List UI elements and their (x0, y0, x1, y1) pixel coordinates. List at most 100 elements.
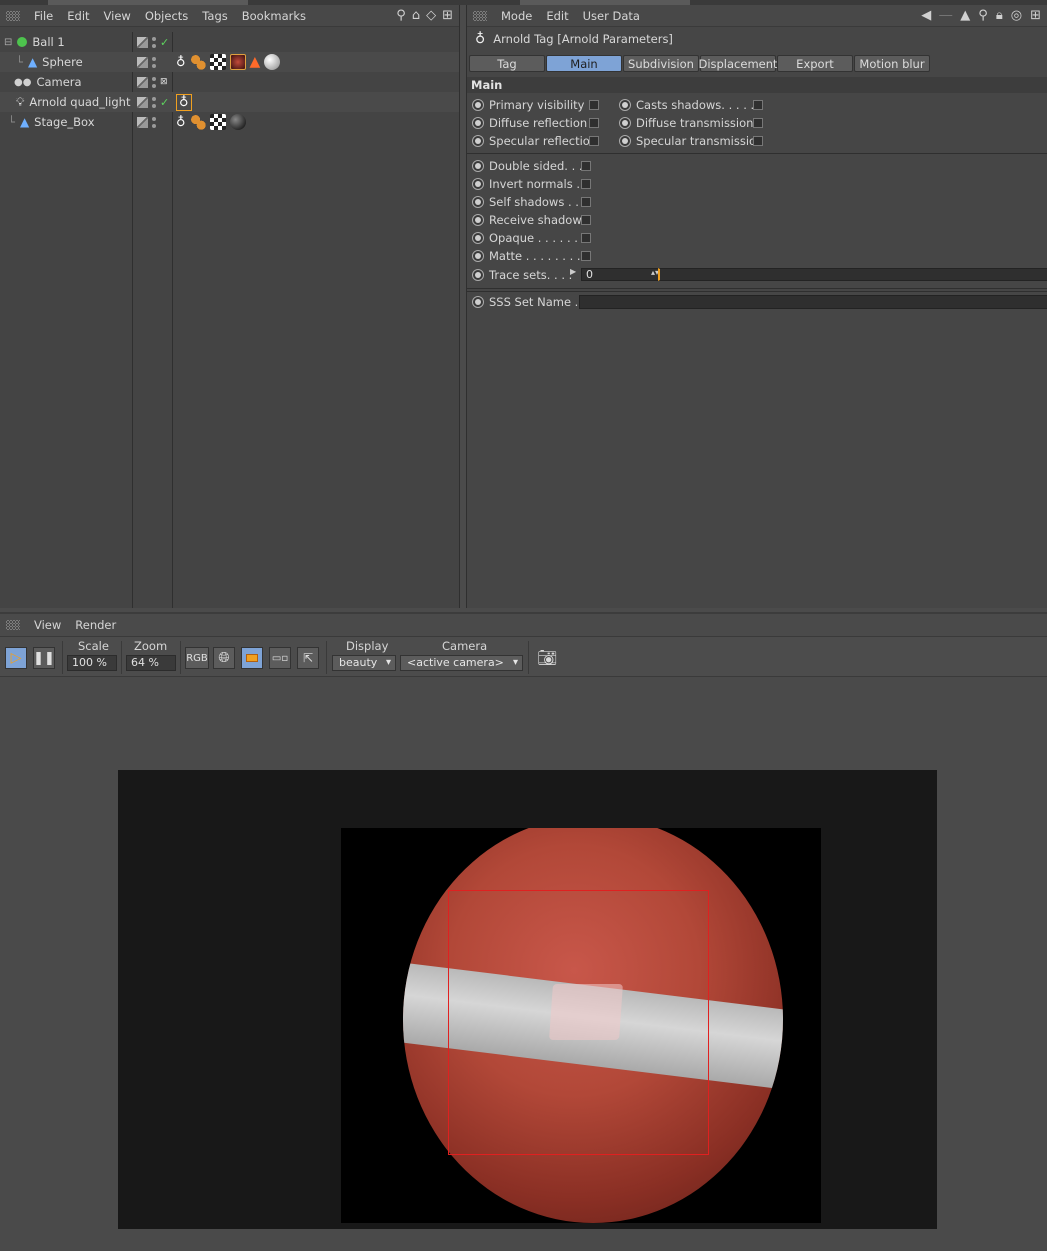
back-arrow-icon[interactable]: ◀ (921, 8, 931, 23)
pause-button[interactable]: ❚❚ (33, 647, 55, 669)
sss-set-name-input[interactable] (579, 295, 1047, 309)
animate-radio-icon[interactable] (619, 135, 631, 147)
animate-radio-icon[interactable] (472, 196, 484, 208)
trace-sets-slider[interactable] (658, 268, 1047, 281)
new-window-icon[interactable]: ⊞ (1030, 8, 1041, 23)
visibility-toggles[interactable]: ⊠ (137, 76, 168, 88)
param-diffuse-transmission[interactable]: Diffuse transmission (619, 116, 753, 130)
param-specular-reflection[interactable]: Specular reflection (472, 134, 597, 148)
grip-icon[interactable] (6, 10, 20, 21)
lock-icon[interactable]: 🔒︎ (996, 8, 1003, 23)
menu-mode[interactable]: Mode (501, 9, 532, 23)
camera-select[interactable]: <active camera> (400, 655, 523, 671)
param-opaque[interactable]: Opaque . . . . . . . (472, 231, 585, 245)
rgb-button[interactable]: RGB (185, 647, 209, 669)
scale-input[interactable]: 100 % (67, 655, 117, 671)
object-row-camera[interactable]: ●● Camera ⊠ (0, 72, 459, 92)
param-matte[interactable]: Matte . . . . . . . . . (472, 249, 588, 263)
menu-render[interactable]: Render (75, 618, 116, 632)
object-row-stage-box[interactable]: └ ▲ Stage_Box ♁ (0, 112, 459, 132)
animate-radio-icon[interactable] (619, 117, 631, 129)
object-name[interactable]: Arnold quad_light (29, 95, 130, 109)
trace-sets-arrow-icon[interactable]: ▶ (570, 267, 576, 276)
menu-tags[interactable]: Tags (202, 9, 227, 23)
animate-radio-icon[interactable] (472, 269, 484, 281)
collapse-icon[interactable]: ◇ (426, 8, 436, 23)
casts-shadows-checkbox[interactable] (753, 100, 763, 110)
object-name[interactable]: Stage_Box (34, 115, 94, 129)
tab-motion-blur[interactable]: Motion blur (854, 55, 930, 72)
param-invert-normals[interactable]: Invert normals . . (472, 177, 587, 191)
snapshot-camera-icon[interactable]: 📷︎ (537, 648, 557, 667)
param-diffuse-reflection[interactable]: Diffuse reflection (472, 116, 587, 130)
visibility-toggles[interactable]: ✓ (137, 96, 169, 109)
specular-reflection-checkbox[interactable] (589, 136, 599, 146)
material-black-icon[interactable] (229, 114, 246, 130)
param-double-sided[interactable]: Double sided. . . (472, 159, 583, 173)
animate-radio-icon[interactable] (619, 99, 631, 111)
tab-subdivision[interactable]: Subdivision (623, 55, 699, 72)
up-arrow-icon[interactable]: ▲ (960, 8, 970, 23)
animate-radio-icon[interactable] (472, 178, 484, 190)
compare-button[interactable]: ▭▫ (269, 647, 291, 669)
object-name[interactable]: Sphere (42, 55, 83, 69)
arnold-tag-icon[interactable]: ♁ (176, 93, 192, 111)
param-self-shadows[interactable]: Self shadows . . . (472, 195, 586, 209)
invert-normals-checkbox[interactable] (581, 179, 591, 189)
menu-user-data[interactable]: User Data (583, 9, 640, 23)
primary-visibility-checkbox[interactable] (589, 100, 599, 110)
trace-sets-input[interactable]: 0 (581, 268, 659, 281)
render-region-box[interactable] (448, 890, 709, 1155)
animate-radio-icon[interactable] (472, 250, 484, 262)
enabled-check-icon[interactable]: ✓ (160, 96, 169, 109)
animate-radio-icon[interactable] (472, 232, 484, 244)
render-canvas[interactable] (118, 770, 937, 1229)
globe-button[interactable]: 🌐︎ (213, 647, 235, 669)
animate-radio-icon[interactable] (472, 214, 484, 226)
display-select[interactable]: beauty (332, 655, 396, 671)
diffuse-reflection-checkbox[interactable] (589, 118, 599, 128)
region-button[interactable] (241, 647, 263, 669)
export-button[interactable]: ⇱ (297, 647, 319, 669)
menu-objects[interactable]: Objects (145, 9, 188, 23)
animate-radio-icon[interactable] (472, 135, 484, 147)
material-red-icon[interactable] (229, 54, 246, 70)
menu-view[interactable]: View (34, 618, 61, 632)
menu-file[interactable]: File (34, 9, 53, 23)
expand-icon[interactable]: ⊟ (4, 37, 12, 48)
self-shadows-checkbox[interactable] (581, 197, 591, 207)
menu-edit[interactable]: Edit (67, 9, 89, 23)
object-row-sphere[interactable]: └ ▲ Sphere ♁ ▲ (0, 52, 459, 72)
param-trace-sets[interactable]: Trace sets. . . . (472, 268, 572, 282)
zoom-input[interactable]: 64 % (126, 655, 176, 671)
matte-checkbox[interactable] (581, 251, 591, 261)
animate-radio-icon[interactable] (472, 296, 484, 308)
tab-main[interactable]: Main (546, 55, 622, 72)
receive-shadows-checkbox[interactable] (581, 215, 591, 225)
checker-texture-icon[interactable] (209, 54, 226, 70)
diffuse-transmission-checkbox[interactable] (753, 118, 763, 128)
camera-tag-icon[interactable]: ⊠ (160, 77, 168, 87)
animate-radio-icon[interactable] (472, 160, 484, 172)
play-button[interactable]: ▷ (5, 647, 27, 669)
menu-view[interactable]: View (104, 9, 131, 23)
material-gray-icon[interactable] (264, 54, 281, 70)
forward-arrow-icon[interactable]: ― (939, 8, 952, 23)
search-icon[interactable]: ⚲ (396, 8, 406, 23)
object-name[interactable]: Ball 1 (32, 35, 64, 49)
menu-edit[interactable]: Edit (546, 9, 568, 23)
home-icon[interactable]: ⌂ (412, 8, 420, 23)
visibility-toggles[interactable] (137, 56, 156, 68)
object-row-ball[interactable]: ⊟ Ball 1 ✓ (0, 32, 459, 52)
grip-icon[interactable] (473, 10, 487, 21)
checker-texture-icon[interactable] (209, 114, 226, 130)
object-row-light[interactable]: 💡︎ Arnold quad_light ✓ ♁ (0, 92, 459, 112)
visibility-toggles[interactable]: ✓ (137, 36, 169, 49)
double-sided-checkbox[interactable] (581, 161, 591, 171)
param-sss-set-name[interactable]: SSS Set Name . . (472, 295, 586, 309)
visibility-toggles[interactable] (137, 116, 156, 128)
sphere-dots-icon[interactable] (189, 54, 206, 70)
tab-tag[interactable]: Tag (469, 55, 545, 72)
animate-radio-icon[interactable] (472, 117, 484, 129)
target-icon[interactable]: ◎ (1011, 8, 1022, 23)
